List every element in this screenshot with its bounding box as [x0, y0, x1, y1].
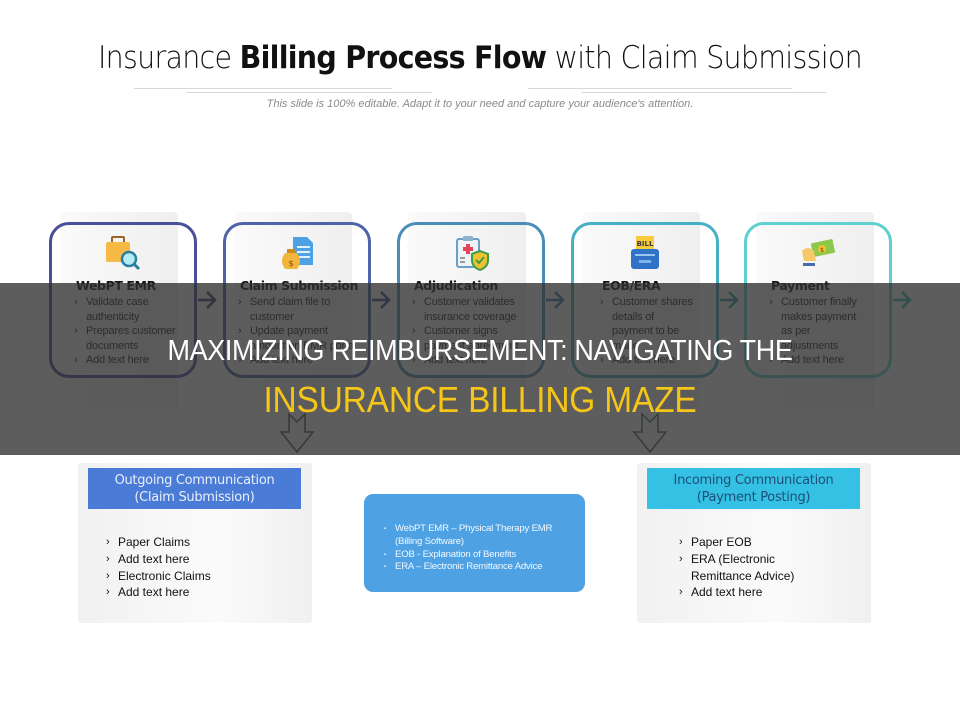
outgoing-item: Paper Claims	[106, 534, 211, 551]
svg-text:$: $	[288, 259, 293, 268]
glossary-item: WebPT EMR – Physical Therapy EMR (Billin…	[384, 523, 575, 549]
incoming-header: Incoming Communication (Payment Posting)	[647, 468, 860, 509]
slide-title: Insurance Billing Process Flow with Clai…	[38, 40, 921, 76]
incoming-header-line1: Incoming Communication	[673, 473, 834, 488]
incoming-item: Paper EOB	[679, 534, 829, 551]
outgoing-header-line1: Outgoing Communication	[114, 473, 275, 488]
bill-icon: BILL	[631, 236, 659, 269]
title-bold: Billing Process Flow	[239, 40, 547, 76]
title-suffix: with Claim Submission	[546, 40, 863, 76]
glossary-panel: WebPT EMR – Physical Therapy EMR (Billin…	[364, 494, 585, 592]
outgoing-communication-panel: Outgoing Communication (Claim Submission…	[78, 463, 312, 623]
outgoing-item: Electronic Claims	[106, 568, 211, 585]
outgoing-item: Add text here	[106, 584, 211, 601]
briefcase-search-icon	[106, 236, 141, 271]
title-divider	[582, 92, 826, 93]
title-divider	[186, 92, 432, 93]
incoming-header-line2: (Payment Posting)	[696, 490, 811, 505]
outgoing-item: Add text here	[106, 551, 211, 568]
incoming-item: ERA (Electronic Remittance Advice)	[679, 551, 829, 585]
title-divider	[528, 88, 792, 89]
outgoing-header: Outgoing Communication (Claim Submission…	[88, 468, 301, 509]
svg-text:BILL: BILL	[637, 240, 654, 248]
slide-subtitle: This slide is 100% editable. Adapt it to…	[266, 98, 694, 110]
glossary-item: ERA – Electronic Remittance Advice	[384, 561, 575, 574]
hand-money-icon: $	[802, 239, 836, 266]
title-divider	[134, 88, 392, 89]
title-prefix: Insurance	[97, 40, 240, 76]
headline-overlay: MAXIMIZING REIMBURSEMENT: NAVIGATING THE…	[0, 283, 960, 455]
glossary-item: EOB - Explanation of Benefits	[384, 549, 575, 562]
svg-text:$: $	[820, 247, 824, 254]
incoming-item: Add text here	[679, 584, 829, 601]
incoming-communication-panel: Incoming Communication (Payment Posting)…	[637, 463, 871, 623]
money-bag-document-icon: $	[282, 237, 313, 269]
clipboard-shield-icon	[456, 236, 489, 271]
headline-line2: INSURANCE BILLING MAZE	[263, 379, 697, 420]
glossary-items: WebPT EMR – Physical Therapy EMR (Billin…	[384, 523, 575, 574]
headline-line1: MAXIMIZING REIMBURSEMENT: NAVIGATING THE	[167, 335, 793, 367]
outgoing-header-line2: (Claim Submission)	[134, 490, 255, 505]
outgoing-items: Paper Claims Add text here Electronic Cl…	[106, 534, 211, 601]
incoming-items: Paper EOB ERA (Electronic Remittance Adv…	[679, 534, 829, 601]
